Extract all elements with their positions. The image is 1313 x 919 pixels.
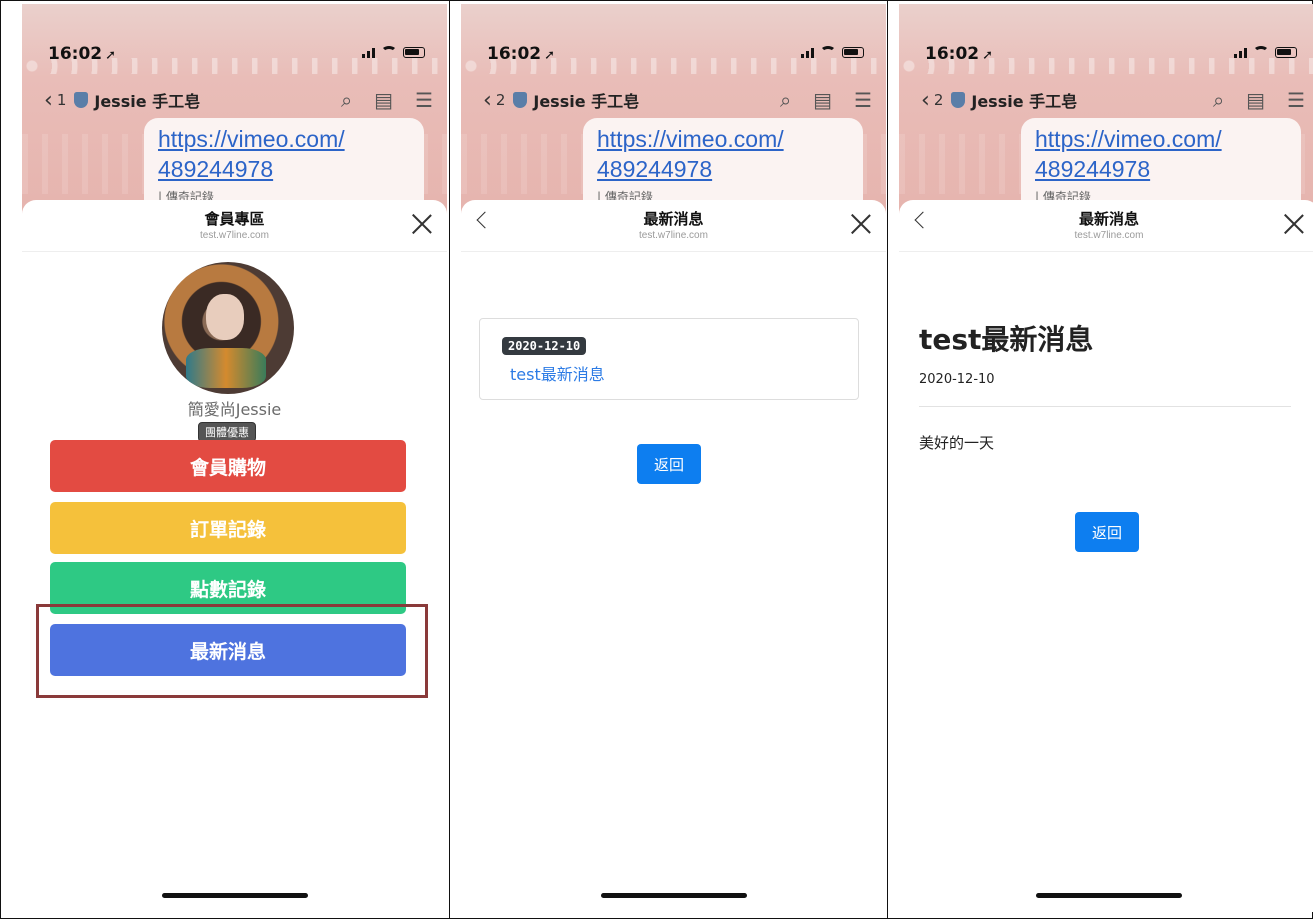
avatar [162,262,294,394]
phone-panel-news-list: 16:02 ➚ ‹ 2 Jessie 手工皂 ⌕ ▤ ☰ https://vime… [461,4,886,912]
sheet-title: 最新消息 [643,210,704,228]
location-arrow-icon: ➚ [105,48,117,63]
search-icon[interactable]: ⌕ [1213,88,1224,112]
phone-panel-member-area: 16:02 ➚ ‹ 1 Jessie 手工皂 ⌕ ▤ ☰ https://vime… [22,4,447,912]
news-list-item[interactable]: 2020-12-10 test最新消息 [479,318,859,400]
status-time: 16:02 ➚ [48,44,117,64]
battery-icon [403,46,425,58]
unread-count: 2 [495,91,506,109]
close-icon[interactable] [850,212,872,234]
wifi-icon [1253,46,1269,58]
article-date: 2020-12-10 [919,372,995,387]
liff-sheet: 最新消息 test.w7line.com 2020-12-10 test最新消息… [461,200,886,912]
home-indicator[interactable] [1036,893,1182,898]
back-button[interactable]: 返回 [1075,512,1139,552]
sheet-domain: test.w7line.com [200,230,269,241]
chat-navbar: ‹ 2 Jessie 手工皂 ⌕ ▤ ☰ [483,86,872,114]
home-indicator[interactable] [161,893,308,898]
chat-navbar: ‹ 2 Jessie 手工皂 ⌕ ▤ ☰ [921,86,1305,114]
menu-icon[interactable]: ☰ [415,88,433,112]
news-date-badge: 2020-12-10 [502,337,587,355]
chat-room-name: Jessie 手工皂 [971,92,1078,111]
sheet-domain: test.w7line.com [1074,230,1144,241]
search-icon[interactable]: ⌕ [341,88,352,112]
signal-icon [801,46,814,58]
article-body: 美好的一天 [919,434,995,452]
menu-icon[interactable]: ☰ [854,88,872,112]
highlight-box [36,604,428,698]
close-icon[interactable] [411,212,433,234]
status-icons [362,46,425,58]
wifi-icon [381,46,397,58]
unread-count: 2 [933,91,944,109]
signal-icon [362,46,375,58]
unread-count: 1 [56,91,67,109]
status-icons [1234,46,1297,58]
notes-icon[interactable]: ▤ [813,88,832,112]
notes-icon[interactable]: ▤ [1246,88,1265,112]
back-chevron-icon[interactable]: ‹ [921,88,930,113]
user-name: 簡愛尚Jessie [187,400,282,419]
search-icon[interactable]: ⌕ [780,88,791,112]
sheet-header: 最新消息 test.w7line.com [899,200,1313,252]
sheet-title: 最新消息 [1078,210,1139,228]
close-icon[interactable] [1283,212,1305,234]
shield-icon [951,92,966,108]
chat-room-name: Jessie 手工皂 [94,92,201,111]
location-arrow-icon: ➚ [544,48,556,63]
battery-icon [842,46,864,58]
panel-divider [887,0,888,919]
sheet-header: 最新消息 test.w7line.com [461,200,886,252]
chat-navbar: ‹ 1 Jessie 手工皂 ⌕ ▤ ☰ [44,86,433,114]
article-title: test最新消息 [919,323,1094,356]
vimeo-link-line2[interactable]: 489244978 [158,154,410,184]
home-indicator[interactable] [600,893,747,898]
panel-divider [449,0,450,919]
vimeo-link-line1[interactable]: https://vimeo.com/ [1035,124,1287,154]
order-history-button[interactable]: 訂單記錄 [50,502,406,554]
back-chevron-icon[interactable]: ‹ [44,88,53,113]
liff-sheet: 會員專區 test.w7line.com 簡愛尚Jessie 團體優惠 會員購物… [22,200,447,912]
shield-icon [513,92,528,108]
status-time: 16:02 ➚ [925,44,994,64]
sheet-domain: test.w7line.com [639,230,708,241]
member-shopping-button[interactable]: 會員購物 [50,440,406,492]
wifi-icon [820,46,836,58]
news-title-link[interactable]: test最新消息 [510,361,605,385]
chat-room-name: Jessie 手工皂 [533,92,640,111]
member-tag: 團體優惠 [198,422,256,442]
vimeo-link-line1[interactable]: https://vimeo.com/ [158,124,410,154]
back-button[interactable]: 返回 [637,444,701,484]
menu-icon[interactable]: ☰ [1287,88,1305,112]
signal-icon [1234,46,1247,58]
location-arrow-icon: ➚ [982,48,994,63]
notes-icon[interactable]: ▤ [374,88,393,112]
phone-panel-news-detail: 16:02 ➚ ‹ 2 Jessie 手工皂 ⌕ ▤ ☰ https://vime… [899,4,1313,912]
vimeo-link-line1[interactable]: https://vimeo.com/ [597,124,849,154]
liff-sheet: 最新消息 test.w7line.com test最新消息 2020-12-10… [899,200,1313,912]
article-divider [919,406,1291,407]
battery-icon [1275,46,1297,58]
status-time: 16:02 ➚ [487,44,556,64]
vimeo-link-line2[interactable]: 489244978 [1035,154,1287,184]
vimeo-link-line2[interactable]: 489244978 [597,154,849,184]
shield-icon [74,92,89,108]
sheet-title: 會員專區 [204,210,265,228]
sheet-header: 會員專區 test.w7line.com [22,200,447,252]
status-icons [801,46,864,58]
back-chevron-icon[interactable]: ‹ [483,88,492,113]
